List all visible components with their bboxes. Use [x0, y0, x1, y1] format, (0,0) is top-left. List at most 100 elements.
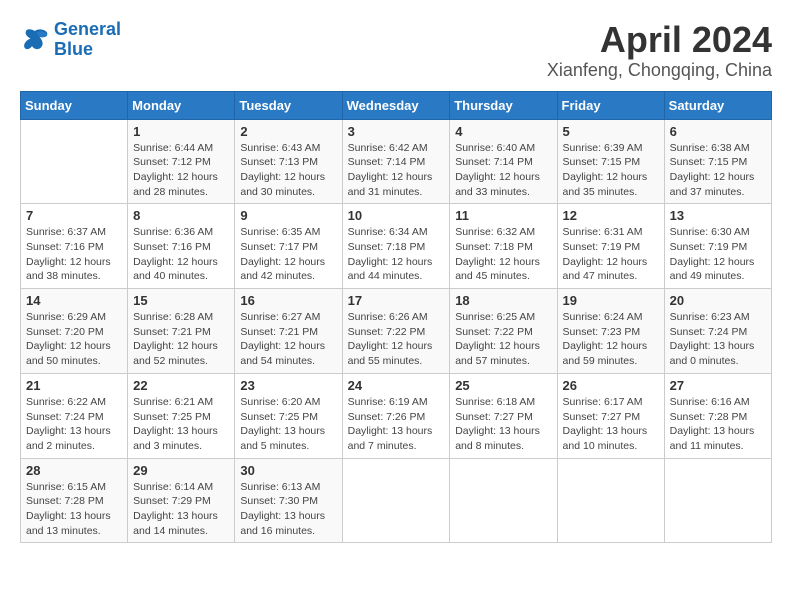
day-number: 20 [670, 293, 766, 308]
weekday-header-tuesday: Tuesday [235, 91, 342, 119]
calendar-cell: 21 Sunrise: 6:22 AM Sunset: 7:24 PM Dayli… [21, 373, 128, 458]
weekday-header-wednesday: Wednesday [342, 91, 450, 119]
calendar-header: SundayMondayTuesdayWednesdayThursdayFrid… [21, 91, 772, 119]
day-info: Sunrise: 6:22 AM Sunset: 7:24 PM Dayligh… [26, 395, 122, 454]
day-number: 30 [240, 463, 336, 478]
day-info: Sunrise: 6:40 AM Sunset: 7:14 PM Dayligh… [455, 141, 551, 200]
calendar-week-1: 1Sunrise: 6:44 AM Sunset: 7:12 PM Daylig… [21, 119, 772, 204]
day-info: Sunrise: 6:21 AM Sunset: 7:25 PM Dayligh… [133, 395, 229, 454]
day-number: 14 [26, 293, 122, 308]
day-number: 1 [133, 124, 229, 139]
calendar-cell: 3Sunrise: 6:42 AM Sunset: 7:14 PM Daylig… [342, 119, 450, 204]
day-info: Sunrise: 6:25 AM Sunset: 7:22 PM Dayligh… [455, 310, 551, 369]
calendar-body: 1Sunrise: 6:44 AM Sunset: 7:12 PM Daylig… [21, 119, 772, 543]
day-number: 28 [26, 463, 122, 478]
day-info: Sunrise: 6:19 AM Sunset: 7:26 PM Dayligh… [348, 395, 445, 454]
title-block: April 2024 Xianfeng, Chongqing, China [547, 20, 772, 81]
day-info: Sunrise: 6:23 AM Sunset: 7:24 PM Dayligh… [670, 310, 766, 369]
day-number: 15 [133, 293, 229, 308]
day-number: 24 [348, 378, 445, 393]
calendar-week-5: 28Sunrise: 6:15 AM Sunset: 7:28 PM Dayli… [21, 458, 772, 543]
logo: General Blue [20, 20, 121, 60]
calendar-cell: 13 Sunrise: 6:30 AM Sunset: 7:19 PM Dayli… [664, 204, 771, 289]
calendar-cell: 30Sunrise: 6:13 AM Sunset: 7:30 PM Dayli… [235, 458, 342, 543]
day-number: 19 [563, 293, 659, 308]
day-number: 25 [455, 378, 551, 393]
calendar-cell: 15 Sunrise: 6:28 AM Sunset: 7:21 PM Dayli… [128, 289, 235, 374]
day-info: Sunrise: 6:24 AM Sunset: 7:23 PM Dayligh… [563, 310, 659, 369]
day-number: 7 [26, 208, 122, 223]
calendar-cell [557, 458, 664, 543]
calendar-table: SundayMondayTuesdayWednesdayThursdayFrid… [20, 91, 772, 544]
calendar-cell: 17Sunrise: 6:26 AM Sunset: 7:22 PM Dayli… [342, 289, 450, 374]
calendar-cell: 11 Sunrise: 6:32 AM Sunset: 7:18 PM Dayli… [450, 204, 557, 289]
calendar-cell: 24 Sunrise: 6:19 AM Sunset: 7:26 PM Dayli… [342, 373, 450, 458]
day-number: 22 [133, 378, 229, 393]
day-info: Sunrise: 6:42 AM Sunset: 7:14 PM Dayligh… [348, 141, 445, 200]
day-info: Sunrise: 6:26 AM Sunset: 7:22 PM Dayligh… [348, 310, 445, 369]
calendar-cell: 27Sunrise: 6:16 AM Sunset: 7:28 PM Dayli… [664, 373, 771, 458]
weekday-header-monday: Monday [128, 91, 235, 119]
calendar-cell: 29 Sunrise: 6:14 AM Sunset: 7:29 PM Dayli… [128, 458, 235, 543]
calendar-cell: 2Sunrise: 6:43 AM Sunset: 7:13 PM Daylig… [235, 119, 342, 204]
calendar-cell [342, 458, 450, 543]
calendar-week-4: 21 Sunrise: 6:22 AM Sunset: 7:24 PM Dayli… [21, 373, 772, 458]
day-info: Sunrise: 6:31 AM Sunset: 7:19 PM Dayligh… [563, 225, 659, 284]
day-number: 12 [563, 208, 659, 223]
day-number: 16 [240, 293, 336, 308]
day-info: Sunrise: 6:36 AM Sunset: 7:16 PM Dayligh… [133, 225, 229, 284]
day-number: 8 [133, 208, 229, 223]
day-number: 4 [455, 124, 551, 139]
day-info: Sunrise: 6:16 AM Sunset: 7:28 PM Dayligh… [670, 395, 766, 454]
day-info: Sunrise: 6:30 AM Sunset: 7:19 PM Dayligh… [670, 225, 766, 284]
day-info: Sunrise: 6:18 AM Sunset: 7:27 PM Dayligh… [455, 395, 551, 454]
weekday-header-sunday: Sunday [21, 91, 128, 119]
day-info: Sunrise: 6:27 AM Sunset: 7:21 PM Dayligh… [240, 310, 336, 369]
logo-line2: Blue [54, 39, 93, 59]
day-info: Sunrise: 6:14 AM Sunset: 7:29 PM Dayligh… [133, 480, 229, 539]
day-info: Sunrise: 6:38 AM Sunset: 7:15 PM Dayligh… [670, 141, 766, 200]
weekday-header-friday: Friday [557, 91, 664, 119]
page-header: General Blue April 2024 Xianfeng, Chongq… [20, 20, 772, 81]
calendar-cell: 5Sunrise: 6:39 AM Sunset: 7:15 PM Daylig… [557, 119, 664, 204]
weekday-row: SundayMondayTuesdayWednesdayThursdayFrid… [21, 91, 772, 119]
calendar-cell: 26Sunrise: 6:17 AM Sunset: 7:27 PM Dayli… [557, 373, 664, 458]
calendar-cell: 1Sunrise: 6:44 AM Sunset: 7:12 PM Daylig… [128, 119, 235, 204]
day-number: 13 [670, 208, 766, 223]
day-info: Sunrise: 6:32 AM Sunset: 7:18 PM Dayligh… [455, 225, 551, 284]
logo-text: General Blue [54, 20, 121, 60]
weekday-header-saturday: Saturday [664, 91, 771, 119]
weekday-header-thursday: Thursday [450, 91, 557, 119]
day-info: Sunrise: 6:17 AM Sunset: 7:27 PM Dayligh… [563, 395, 659, 454]
logo-line1: General [54, 19, 121, 39]
day-info: Sunrise: 6:35 AM Sunset: 7:17 PM Dayligh… [240, 225, 336, 284]
calendar-cell: 6 Sunrise: 6:38 AM Sunset: 7:15 PM Daylig… [664, 119, 771, 204]
day-number: 10 [348, 208, 445, 223]
calendar-cell: 23 Sunrise: 6:20 AM Sunset: 7:25 PM Dayli… [235, 373, 342, 458]
day-info: Sunrise: 6:37 AM Sunset: 7:16 PM Dayligh… [26, 225, 122, 284]
calendar-cell: 12 Sunrise: 6:31 AM Sunset: 7:19 PM Dayli… [557, 204, 664, 289]
calendar-cell: 16 Sunrise: 6:27 AM Sunset: 7:21 PM Dayli… [235, 289, 342, 374]
day-number: 18 [455, 293, 551, 308]
calendar-cell: 8 Sunrise: 6:36 AM Sunset: 7:16 PM Daylig… [128, 204, 235, 289]
day-info: Sunrise: 6:28 AM Sunset: 7:21 PM Dayligh… [133, 310, 229, 369]
page-title: April 2024 [547, 20, 772, 60]
calendar-cell: 9 Sunrise: 6:35 AM Sunset: 7:17 PM Daylig… [235, 204, 342, 289]
calendar-cell: 19 Sunrise: 6:24 AM Sunset: 7:23 PM Dayli… [557, 289, 664, 374]
day-number: 9 [240, 208, 336, 223]
calendar-cell: 18 Sunrise: 6:25 AM Sunset: 7:22 PM Dayli… [450, 289, 557, 374]
calendar-cell [21, 119, 128, 204]
day-number: 21 [26, 378, 122, 393]
day-number: 6 [670, 124, 766, 139]
calendar-cell: 4 Sunrise: 6:40 AM Sunset: 7:14 PM Daylig… [450, 119, 557, 204]
day-number: 29 [133, 463, 229, 478]
page-subtitle: Xianfeng, Chongqing, China [547, 60, 772, 81]
day-number: 5 [563, 124, 659, 139]
day-number: 11 [455, 208, 551, 223]
day-number: 23 [240, 378, 336, 393]
day-number: 2 [240, 124, 336, 139]
calendar-week-3: 14Sunrise: 6:29 AM Sunset: 7:20 PM Dayli… [21, 289, 772, 374]
day-info: Sunrise: 6:20 AM Sunset: 7:25 PM Dayligh… [240, 395, 336, 454]
calendar-cell: 7 Sunrise: 6:37 AM Sunset: 7:16 PM Daylig… [21, 204, 128, 289]
calendar-cell: 20 Sunrise: 6:23 AM Sunset: 7:24 PM Dayli… [664, 289, 771, 374]
